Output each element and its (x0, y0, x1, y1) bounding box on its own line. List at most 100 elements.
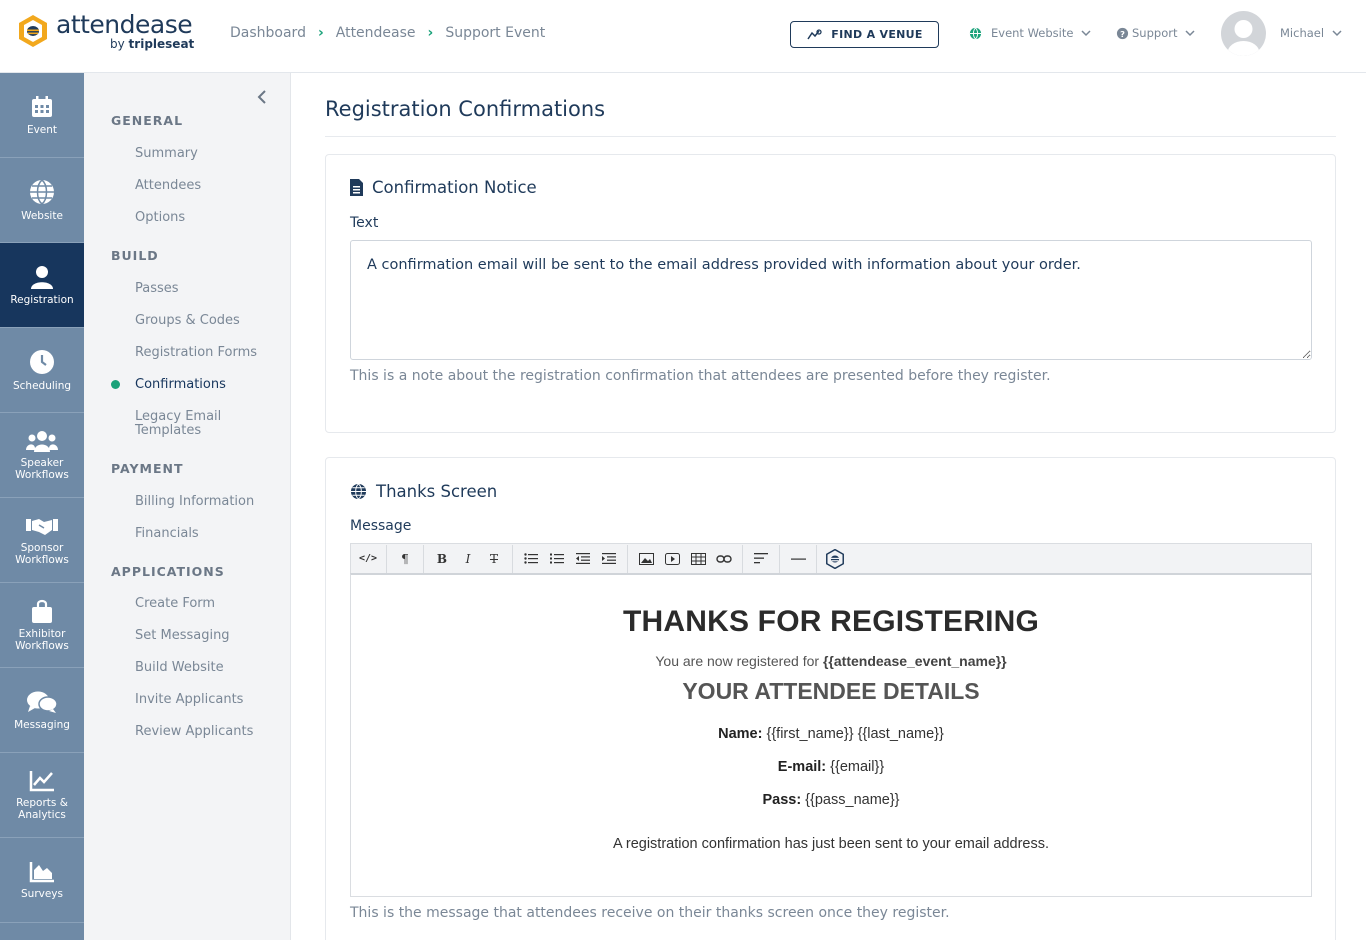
message-label: Message (350, 518, 412, 534)
thanks-screen-card: Thanks Screen Message </> ¶ B I T THANKS… (325, 457, 1336, 940)
confirmation-notice-card: Confirmation Notice Text A confirmation … (325, 154, 1336, 433)
brand-logo[interactable]: attendease by tripleseat (18, 12, 194, 50)
page-title: Registration Confirmations (325, 97, 606, 121)
nav-label: Exhibitor Workflows (15, 627, 69, 652)
toolbar-separator (512, 544, 513, 573)
subnav-item-create-form[interactable]: Create Form (135, 597, 215, 611)
breadcrumb-dashboard[interactable]: Dashboard (230, 25, 306, 41)
italic-icon[interactable]: I (455, 547, 481, 571)
user-silhouette-icon (1227, 20, 1260, 56)
subnav-item-legacy-email-templates[interactable]: Legacy Email Templates (135, 410, 255, 438)
nav-registration[interactable]: Registration (0, 243, 84, 328)
ordered-list-icon[interactable] (544, 547, 570, 571)
code-view-icon[interactable]: </> (355, 547, 381, 571)
horizontal-rule-icon[interactable] (785, 547, 811, 571)
subnav-item-registration-forms[interactable]: Registration Forms (135, 346, 257, 360)
confirmation-help-text: This is a note about the registration co… (350, 368, 1051, 384)
find-venue-button[interactable]: FIND A VENUE (790, 21, 939, 48)
link-icon[interactable] (711, 547, 737, 571)
toolbar-separator (386, 544, 387, 573)
breadcrumb-event[interactable]: Support Event (445, 25, 545, 41)
subnav-item-confirmations[interactable]: Confirmations (135, 378, 226, 392)
nav-sponsor-workflows[interactable]: Sponsor Workflows (0, 498, 84, 583)
bold-icon[interactable]: B (429, 547, 455, 571)
nav-exhibitor-workflows[interactable]: Exhibitor Workflows (0, 583, 84, 668)
confirmation-text-input[interactable]: A confirmation email will be sent to the… (350, 240, 1312, 360)
nav-event[interactable]: Event (0, 73, 84, 158)
avatar[interactable] (1221, 11, 1266, 56)
align-icon[interactable] (748, 547, 774, 571)
chevron-right-icon: › (427, 25, 434, 41)
chevron-left-icon[interactable] (257, 90, 267, 104)
user-menu-dropdown[interactable]: Michael (1280, 26, 1342, 40)
thanks-screen-heading: Thanks Screen (350, 482, 497, 501)
name-label: Name: (718, 726, 763, 742)
brand-by: by (110, 37, 129, 51)
subnav-item-set-messaging[interactable]: Set Messaging (135, 629, 230, 643)
nav-messaging[interactable]: Messaging (0, 668, 84, 753)
bee-template-icon[interactable] (822, 547, 848, 571)
breadcrumb-attendease[interactable]: Attendease (336, 25, 416, 41)
subnav-item-invite-applicants[interactable]: Invite Applicants (135, 693, 243, 707)
editor-email-line: E-mail: {{email}} (351, 759, 1311, 775)
nav-speaker-workflows[interactable]: Speaker Workflows (0, 413, 84, 498)
strikethrough-icon[interactable]: T (481, 547, 507, 571)
subnav-item-passes[interactable]: Passes (135, 282, 179, 296)
calendar-icon (32, 95, 52, 117)
globe-icon (350, 483, 367, 500)
event-website-label: Event Website (991, 26, 1074, 40)
registered-text: You are now registered for (655, 653, 823, 669)
nav-surveys[interactable]: Surveys (0, 838, 84, 923)
nav-reports-analytics[interactable]: Reports & Analytics (0, 753, 84, 838)
section-applications: APPLICATIONS (111, 564, 225, 579)
venue-search-icon (807, 28, 822, 39)
subnav-item-billing-information[interactable]: Billing Information (135, 495, 254, 509)
toolbar-separator (627, 544, 628, 573)
chevron-down-icon (1332, 29, 1342, 36)
nav-label: Website (21, 209, 63, 222)
editor-footer-line: A registration confirmation has just bee… (612, 836, 1050, 852)
nav-label: Messaging (14, 718, 70, 731)
support-dropdown[interactable]: ? Support (1116, 26, 1195, 40)
nav-scheduling[interactable]: Scheduling (0, 328, 84, 413)
event-token: {{attendease_event_name}} (822, 653, 1007, 669)
nav-label: Registration (10, 293, 74, 306)
card-title: Confirmation Notice (372, 178, 537, 197)
toolbar-separator (779, 544, 780, 573)
indent-icon[interactable] (596, 547, 622, 571)
nav-website[interactable]: Website (0, 158, 84, 243)
outdent-icon[interactable] (570, 547, 596, 571)
find-venue-label: FIND A VENUE (831, 28, 923, 41)
section-sidebar: GENERAL Summary Attendees Options BUILD … (84, 73, 291, 940)
subnav-item-build-website[interactable]: Build Website (135, 661, 224, 675)
chevron-down-icon (1185, 29, 1195, 36)
subnav-item-attendees[interactable]: Attendees (135, 179, 201, 193)
brand-company: tripleseat (128, 37, 195, 51)
document-icon (350, 179, 363, 196)
video-icon[interactable] (659, 547, 685, 571)
chevron-down-icon (1081, 29, 1091, 36)
paragraph-format-icon[interactable]: ¶ (392, 547, 418, 571)
bag-icon (32, 599, 52, 623)
confirmation-notice-heading: Confirmation Notice (350, 178, 537, 197)
card-title: Thanks Screen (376, 482, 498, 501)
main-content: Registration Confirmations Confirmation … (291, 73, 1366, 940)
subnav-item-review-applicants[interactable]: Review Applicants (135, 725, 253, 739)
brand-name: attendease (56, 10, 193, 39)
unordered-list-icon[interactable] (518, 547, 544, 571)
subnav-item-financials[interactable]: Financials (135, 527, 199, 541)
user-name: Michael (1280, 26, 1325, 40)
table-icon[interactable] (685, 547, 711, 571)
subnav-item-summary[interactable]: Summary (135, 147, 198, 161)
message-editor[interactable]: THANKS FOR REGISTERING You are now regis… (350, 573, 1312, 897)
divider (325, 136, 1336, 137)
subnav-item-options[interactable]: Options (135, 211, 185, 225)
event-website-dropdown[interactable]: Event Website (969, 26, 1091, 40)
image-icon[interactable] (633, 547, 659, 571)
subnav-item-groups-codes[interactable]: Groups & Codes (135, 314, 240, 328)
editor-name-line: Name: {{first_name}} {{last_name}} (351, 726, 1311, 742)
toolbar-separator (423, 544, 424, 573)
toolbar-separator (816, 544, 817, 573)
help-icon: ? (1116, 27, 1129, 39)
editor-heading: THANKS FOR REGISTERING (622, 605, 1040, 638)
